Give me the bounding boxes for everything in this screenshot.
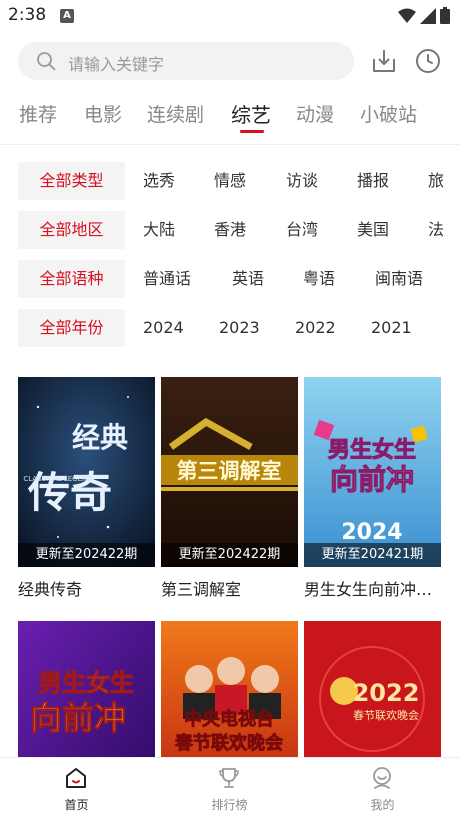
filter-option[interactable]: 选秀 — [143, 162, 175, 200]
show-card[interactable]: 经典 传奇 CLASSICAL LEGEND 更新至202422期 经典传奇 — [18, 377, 155, 600]
profile-icon — [373, 767, 391, 789]
nav-label: 首页 — [64, 798, 89, 812]
poster-year-text: 2024 — [341, 520, 402, 545]
filter-option[interactable]: 英语 — [232, 260, 264, 298]
nav-label: 排行榜 — [211, 798, 248, 812]
tab-variety[interactable]: 综艺 — [231, 99, 271, 128]
filter-option[interactable]: 2022 — [295, 309, 336, 347]
filter-option[interactable]: 普通话 — [143, 260, 191, 298]
filter-option[interactable]: 访谈 — [286, 162, 318, 200]
filter-type-all[interactable]: 全部类型 — [18, 162, 125, 200]
show-card[interactable]: 男生女生 向前冲 — [18, 621, 155, 757]
status-bar: 2:38 A — [0, 0, 460, 32]
filter-option[interactable]: 2024 — [143, 309, 184, 347]
show-poster[interactable]: 男生女生 向前冲 — [18, 621, 155, 757]
nav-label: 我的 — [370, 798, 395, 812]
filter-option[interactable]: 2021 — [371, 309, 412, 347]
filter-language-all[interactable]: 全部语种 — [18, 260, 125, 298]
show-poster[interactable]: 中央电视台 春节联欢晚会 — [161, 621, 298, 757]
update-badge: 更新至202422期 — [18, 543, 155, 567]
filter-row-year: 全部年份 2024 2023 2022 2021 — [0, 309, 460, 347]
filter-option[interactable]: 2023 — [219, 309, 260, 347]
poster-subtitle-text: CLASSICAL LEGEND — [23, 475, 92, 483]
poster-title-text: 向前冲 — [330, 463, 414, 496]
poster-title-text: 2022 — [353, 679, 420, 707]
filter-option[interactable]: 粤语 — [303, 260, 335, 298]
filter-panel: 全部类型 选秀 情感 访谈 播报 旅 全部地区 大陆 香港 台湾 美国 法 全部… — [0, 160, 460, 360]
update-badge: 更新至202422期 — [161, 543, 298, 567]
show-grid: 经典 传奇 CLASSICAL LEGEND 更新至202422期 经典传奇 第… — [0, 377, 460, 757]
tab-series[interactable]: 连续剧 — [147, 100, 204, 127]
show-card[interactable]: 2022 春节联欢晚会 — [304, 621, 441, 757]
tab-recommend[interactable]: 推荐 — [19, 100, 57, 127]
show-title[interactable]: 第三调解室 — [161, 576, 298, 600]
history-icon[interactable] — [414, 47, 442, 75]
show-card[interactable]: 男生女生 向前冲 2024 更新至202421期 男生女生向前冲… — [304, 377, 441, 600]
search-row: 请输入关键字 — [0, 42, 460, 82]
show-title[interactable]: 经典传奇 — [18, 576, 155, 600]
wifi-icon — [398, 8, 416, 23]
poster-title-text: 中央电视台 — [184, 708, 274, 730]
show-title[interactable]: 男生女生向前冲… — [304, 576, 441, 600]
poster-title-text: 经典 — [72, 421, 128, 454]
filter-row-language: 全部语种 普通话 英语 粤语 闽南语 — [0, 260, 460, 298]
filter-option[interactable]: 情感 — [214, 162, 246, 200]
nav-ranking[interactable]: 排行榜 — [153, 758, 306, 817]
filter-row-type: 全部类型 选秀 情感 访谈 播报 旅 — [0, 162, 460, 200]
poster-title-text: 春节联欢晚会 — [175, 732, 283, 754]
nav-home[interactable]: 首页 — [0, 758, 153, 817]
show-card[interactable]: 第三调解室 更新至202422期 第三调解室 — [161, 377, 298, 600]
tab-bilibili[interactable]: 小破站 — [360, 100, 417, 127]
poster-title-text: 春节联欢晚会 — [353, 708, 419, 722]
search-icon — [37, 52, 56, 71]
filter-region-all[interactable]: 全部地区 — [18, 211, 125, 249]
search-placeholder: 请输入关键字 — [68, 55, 165, 74]
active-tab-indicator — [240, 130, 264, 133]
show-card[interactable]: 中央电视台 春节联欢晚会 — [161, 621, 298, 757]
poster-title-text: 男生女生 — [328, 437, 416, 463]
show-poster[interactable]: 经典 传奇 CLASSICAL LEGEND 更新至202422期 — [18, 377, 155, 567]
category-tabs: 推荐 电影 连续剧 综艺 动漫 小破站 — [0, 96, 460, 140]
poster-title-text: 第三调解室 — [177, 459, 282, 483]
divider — [0, 144, 460, 145]
filter-option[interactable]: 香港 — [214, 211, 246, 249]
filter-option[interactable]: 旅 — [428, 162, 444, 200]
filter-option[interactable]: 大陆 — [143, 211, 175, 249]
filter-row-region: 全部地区 大陆 香港 台湾 美国 法 — [0, 211, 460, 249]
show-poster[interactable]: 2022 春节联欢晚会 — [304, 621, 441, 757]
filter-year-all[interactable]: 全部年份 — [18, 309, 125, 347]
status-time: 2:38 — [8, 5, 47, 25]
notification-icon: A — [60, 9, 74, 23]
show-poster[interactable]: 第三调解室 更新至202422期 — [161, 377, 298, 567]
signal-icon — [420, 7, 436, 24]
filter-option[interactable]: 播报 — [357, 162, 389, 200]
bottom-nav: 首页 排行榜 我的 — [0, 757, 460, 817]
filter-option[interactable]: 美国 — [357, 211, 389, 249]
filter-option[interactable]: 闽南语 — [375, 260, 423, 298]
nav-profile[interactable]: 我的 — [306, 758, 459, 817]
home-icon — [66, 768, 86, 788]
poster-title-text: 男生女生 — [38, 669, 134, 697]
update-badge: 更新至202421期 — [304, 543, 441, 567]
poster-title-text: 向前冲 — [30, 699, 126, 737]
search-input[interactable]: 请输入关键字 — [18, 42, 354, 80]
tab-anime[interactable]: 动漫 — [296, 100, 334, 127]
status-icons — [398, 7, 450, 24]
show-poster[interactable]: 男生女生 向前冲 2024 更新至202421期 — [304, 377, 441, 567]
battery-icon — [440, 7, 450, 24]
download-icon[interactable] — [370, 47, 398, 75]
trophy-icon — [219, 768, 239, 788]
filter-option[interactable]: 法 — [428, 211, 444, 249]
filter-option[interactable]: 台湾 — [286, 211, 318, 249]
tab-movies[interactable]: 电影 — [84, 100, 122, 127]
